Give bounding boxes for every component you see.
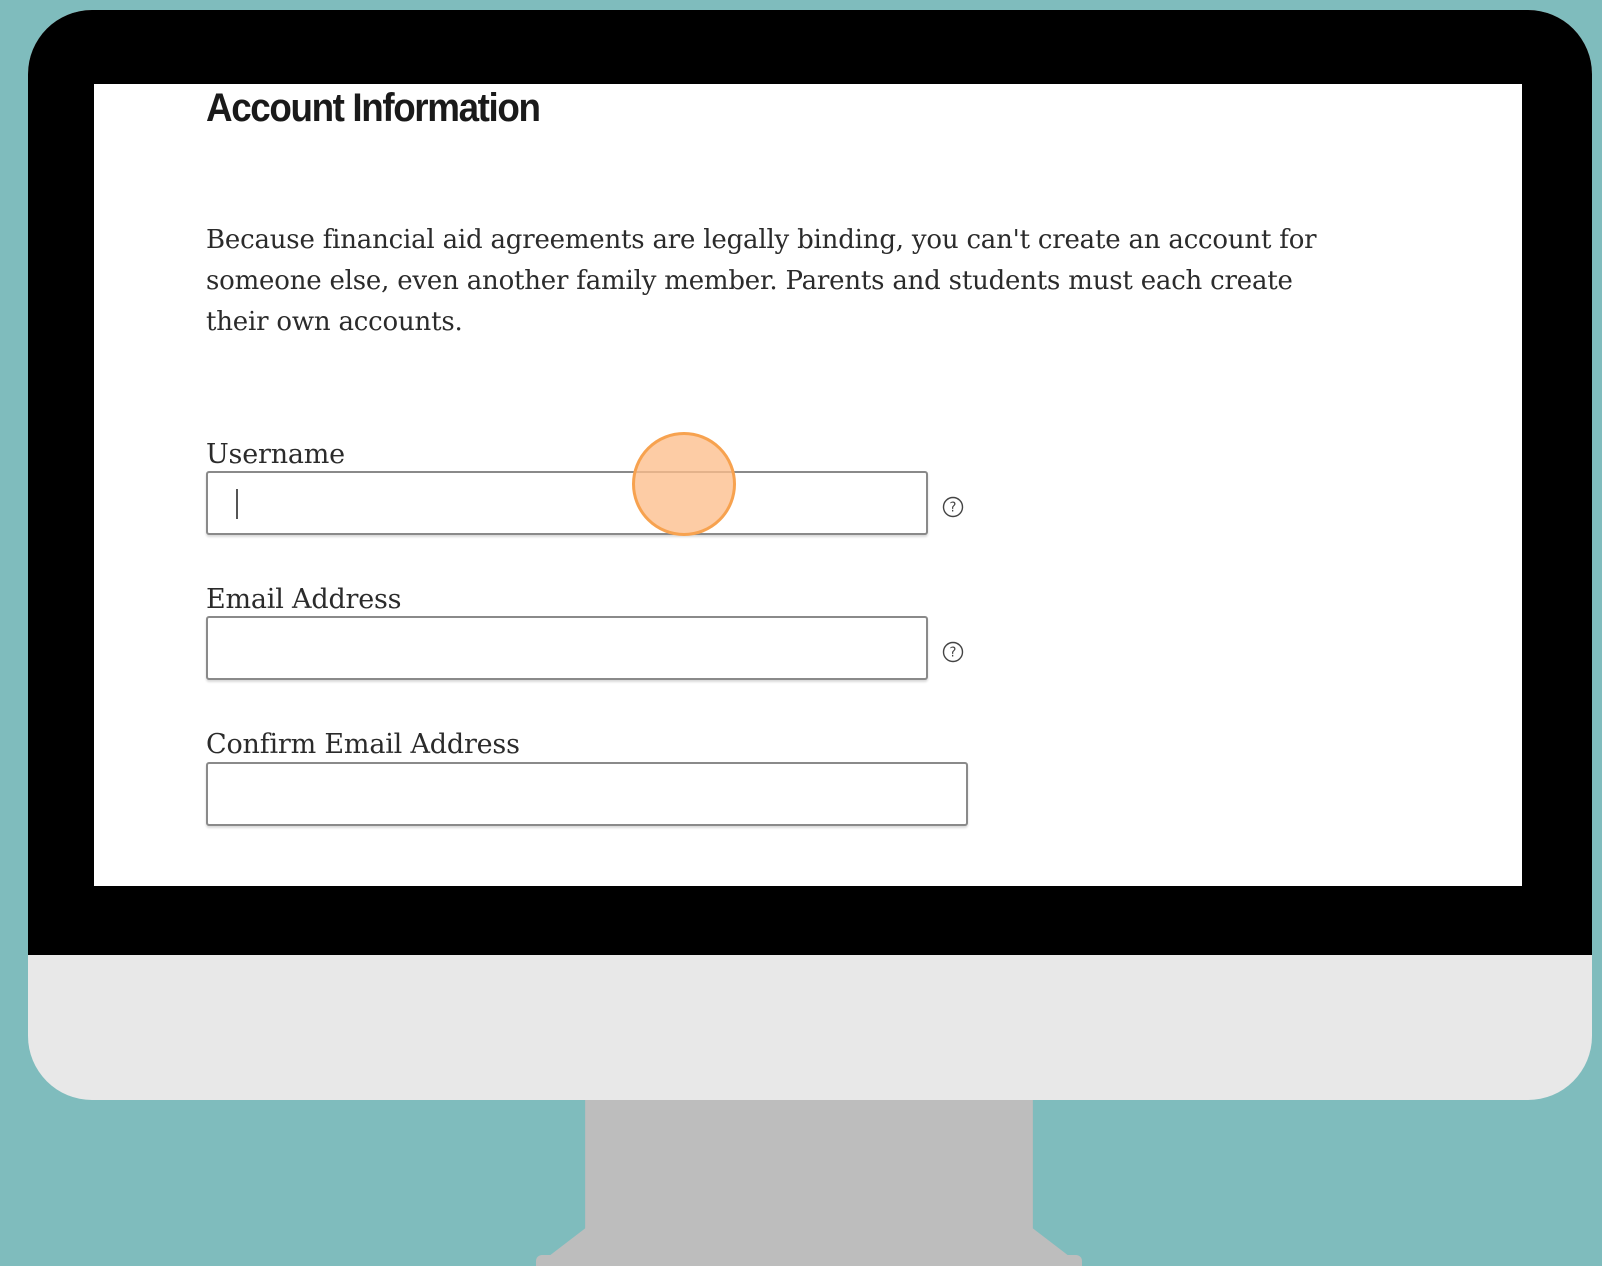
svg-text:?: ? xyxy=(950,646,957,661)
click-indicator xyxy=(632,432,736,536)
username-input[interactable] xyxy=(206,471,928,535)
username-help-icon[interactable]: ? xyxy=(942,496,964,518)
email-input[interactable] xyxy=(206,616,928,680)
screen: Account Information Because financial ai… xyxy=(94,84,1522,886)
username-label: Username xyxy=(206,439,345,470)
email-label: Email Address xyxy=(206,584,402,615)
monitor-frame: Account Information Because financial ai… xyxy=(28,10,1592,1100)
page-title: Account Information xyxy=(206,86,541,130)
confirm-email-label: Confirm Email Address xyxy=(206,729,520,760)
svg-text:?: ? xyxy=(950,501,957,516)
monitor-stand xyxy=(536,1095,1082,1266)
monitor-bezel: Account Information Because financial ai… xyxy=(28,10,1592,955)
text-cursor xyxy=(236,489,238,519)
confirm-email-input[interactable] xyxy=(206,762,968,826)
intro-text: Because financial aid agreements are leg… xyxy=(206,225,1317,337)
email-help-icon[interactable]: ? xyxy=(942,641,964,663)
monitor-stand-base xyxy=(536,1255,1082,1266)
